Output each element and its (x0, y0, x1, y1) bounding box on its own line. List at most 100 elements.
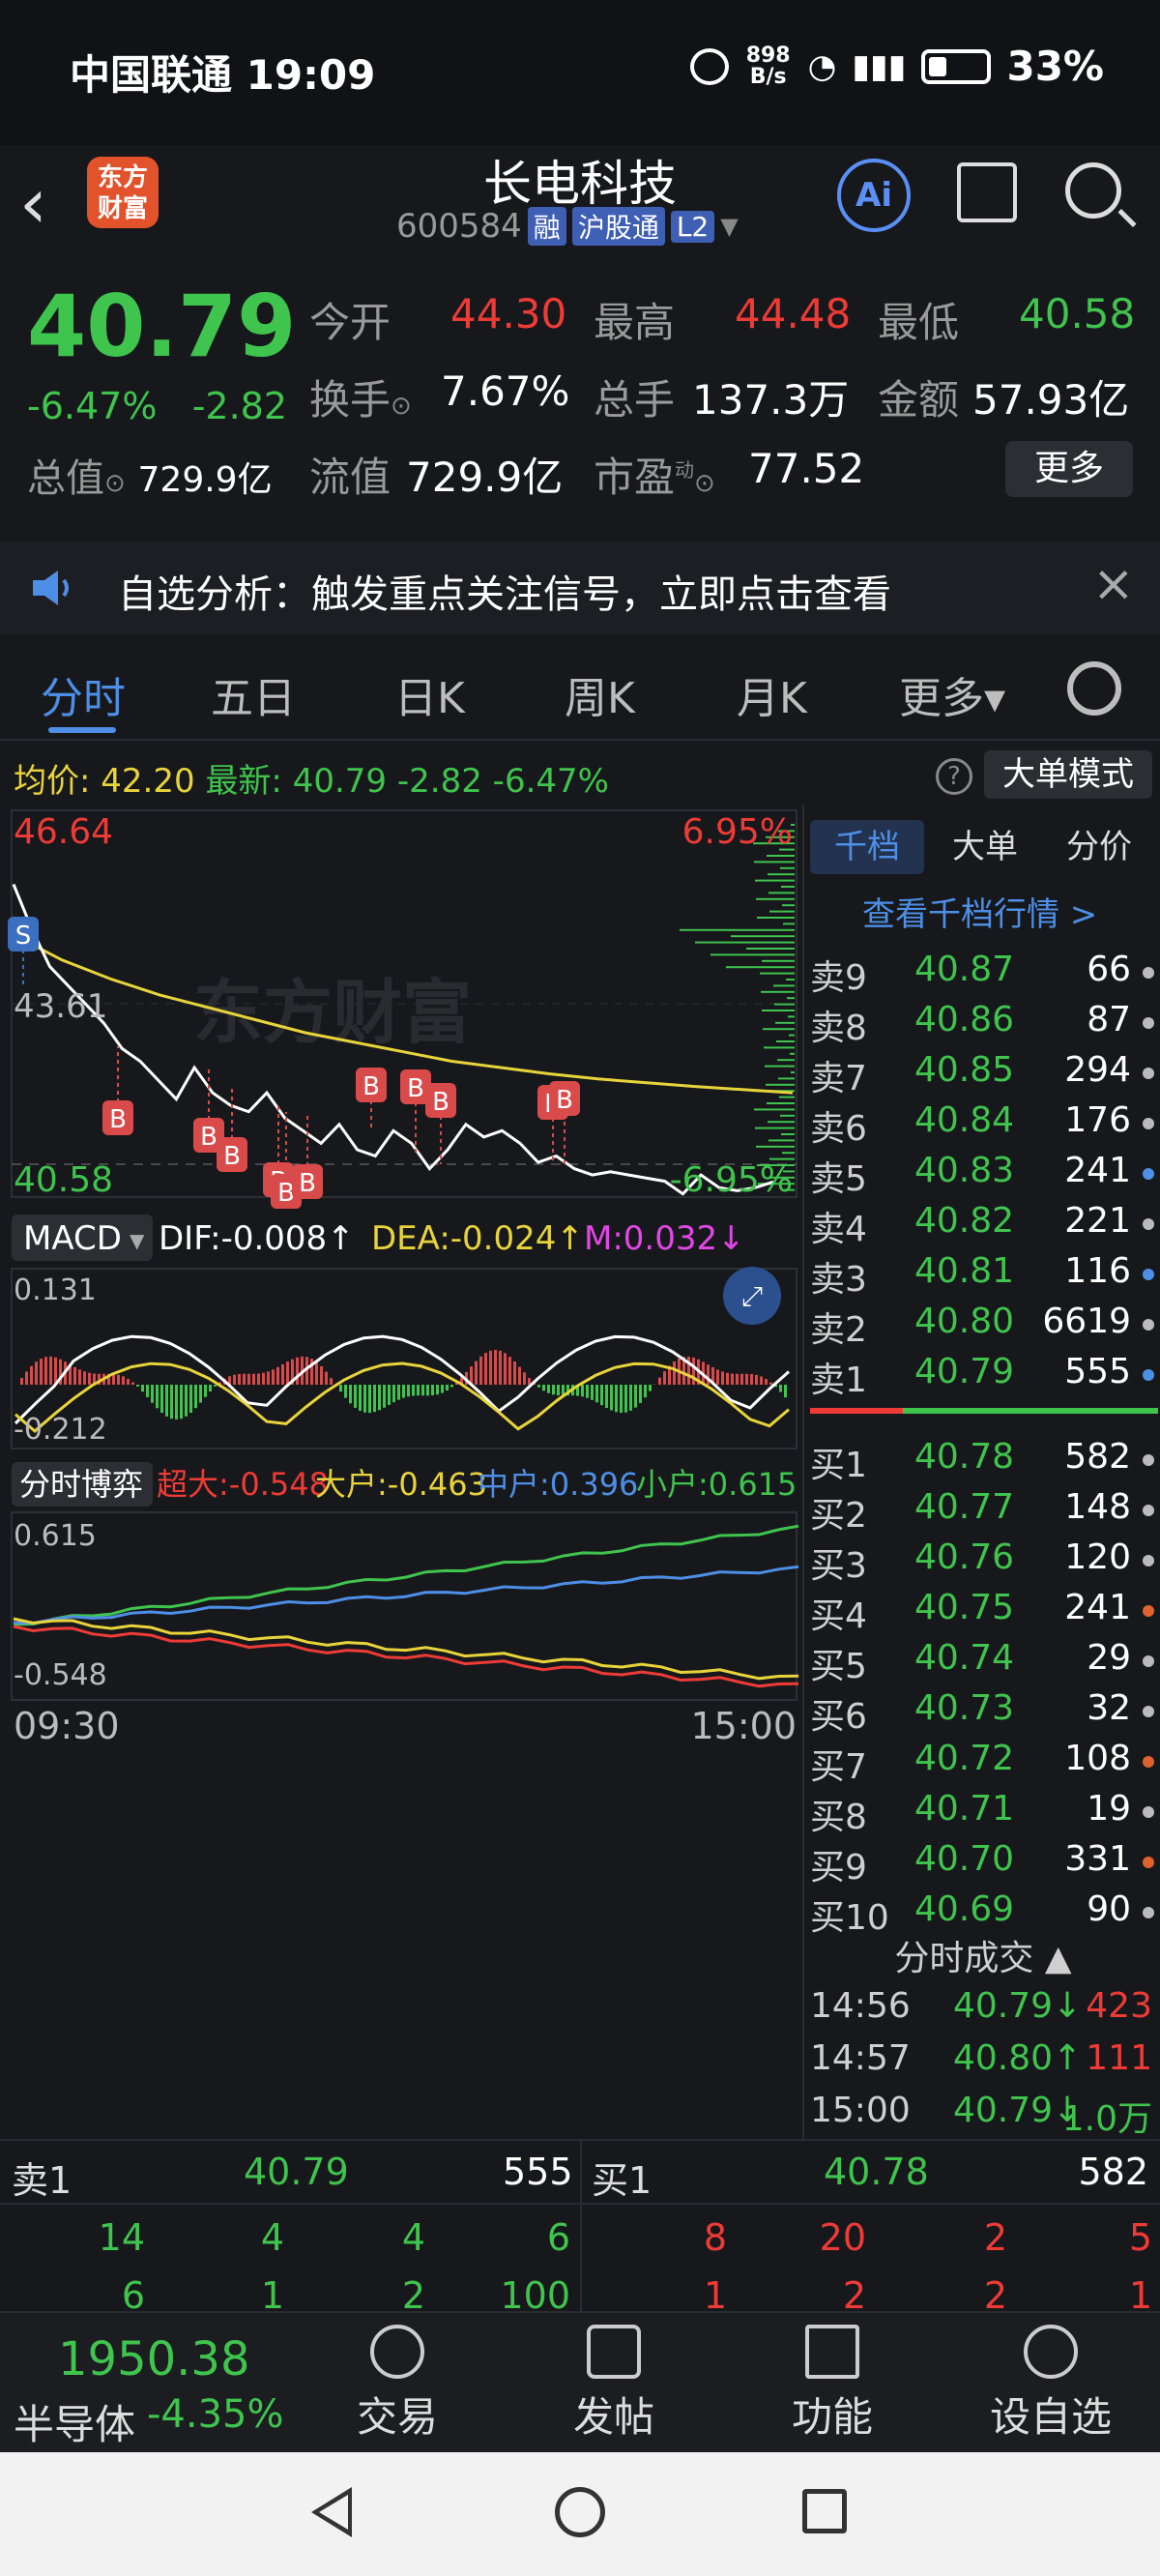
search-icon[interactable] (1065, 162, 1121, 219)
volume-profile-bar (757, 917, 795, 919)
macd-bar (44, 1357, 47, 1385)
bid-dot (1143, 1907, 1154, 1918)
volume-profile-bar (774, 1003, 795, 1006)
volume-profile-bar (789, 1034, 795, 1037)
buy-marker[interactable]: B (217, 1137, 247, 1172)
high-value: 44.48 (735, 290, 852, 337)
buy-marker[interactable]: B (102, 1100, 133, 1135)
bid-row[interactable]: 买1 40.78 582 (810, 1437, 1158, 1487)
svg-text:B: B (109, 1105, 127, 1134)
bid-row[interactable]: 买8 40.71 19 (810, 1789, 1158, 1839)
functions-button[interactable]: 功能 (760, 2325, 905, 2450)
macd-bar (175, 1385, 178, 1420)
bid-level-label: 买4 (810, 1596, 867, 1636)
ask-row[interactable]: 卖2 40.80 6619 (810, 1302, 1158, 1352)
pe-label: 市盈 (594, 454, 676, 501)
tick-trades-header[interactable]: 分时成交 ▲ (804, 1930, 1160, 1980)
ask-row[interactable]: 卖8 40.86 87 (810, 1000, 1158, 1050)
share-icon[interactable] (957, 162, 1017, 222)
trade-button[interactable]: 交易 (325, 2325, 470, 2450)
post-button[interactable]: 发帖 (541, 2325, 686, 2450)
ai-assistant-button[interactable]: Ai (837, 159, 911, 232)
tab-more[interactable]: 更多▾ (899, 663, 1005, 725)
bid-row[interactable]: 买4 40.75 241 (810, 1588, 1158, 1638)
sell-marker[interactable]: S (8, 917, 39, 951)
ask-row[interactable]: 卖4 40.82 221 (810, 1201, 1158, 1251)
volume-profile-bar (763, 1028, 795, 1031)
volume-profile-bar (786, 979, 795, 981)
nav-home-icon[interactable] (555, 2487, 605, 2537)
gear-icon[interactable] (1067, 661, 1121, 716)
chart-area[interactable]: 东方财富 SBBBBBBBBBBB 46.64 6.95% 43.61 40.5… (0, 805, 802, 2139)
macd-bar (421, 1385, 424, 1396)
ask-dot (1143, 1319, 1154, 1331)
ask-price: 40.87 (914, 950, 1015, 989)
stock-code-dropdown[interactable]: 600584 融 沪股通 L2 ▼ (396, 207, 739, 246)
alert-banner[interactable]: 自选分析：触发重点关注信号，立即点击查看 × (0, 542, 1160, 634)
bid-price: 40.76 (914, 1537, 1015, 1577)
macd-bar (591, 1385, 594, 1400)
view-depth-link[interactable]: 查看千档行情 > (862, 888, 1097, 935)
help-icon[interactable]: ? (936, 758, 972, 795)
nav-back-icon[interactable] (311, 2487, 352, 2537)
tab-intraday[interactable]: 分时 (41, 663, 126, 725)
bid-row[interactable]: 买9 40.70 331 (810, 1839, 1158, 1889)
bid-ask-ratio-bar (810, 1408, 1158, 1414)
svg-text:S: S (15, 922, 32, 951)
amount-value: 57.93亿 (972, 376, 1130, 424)
buy-marker[interactable]: B (292, 1164, 323, 1199)
close-icon[interactable]: × (1092, 555, 1135, 613)
volume-profile-bar (778, 1077, 795, 1080)
nav-recents-icon[interactable] (802, 2489, 847, 2533)
low-label: 最低 (878, 299, 960, 346)
ask-row[interactable]: 卖9 40.87 66 (810, 950, 1158, 1000)
tab-price-dist[interactable]: 分价 (1042, 820, 1156, 874)
macd-bar (494, 1350, 497, 1385)
macd-bar (475, 1361, 478, 1385)
buy-marker[interactable]: B (425, 1083, 456, 1118)
tab-thousand-levels[interactable]: 千档 (810, 820, 924, 874)
ask-row[interactable]: 卖6 40.84 176 (810, 1100, 1158, 1151)
ask-level-label: 卖3 (810, 1260, 867, 1300)
tab-5day[interactable]: 五日 (211, 663, 296, 725)
info-icon: ⊙ (694, 469, 715, 498)
macd-bar (194, 1385, 197, 1409)
open-value: 44.30 (450, 290, 567, 337)
ask-row[interactable]: 卖5 40.83 241 (810, 1151, 1158, 1201)
more-button[interactable]: 更多 (1005, 441, 1133, 497)
macd-bar (127, 1378, 130, 1385)
macd-bar (354, 1385, 357, 1408)
intraday-chart[interactable]: 东方财富 SBBBBBBBBBBB 46.64 6.95% 43.61 40.5… (0, 805, 802, 2139)
quote-panel: 40.79 -6.47% -2.82 总值⊙ 729.9亿 今开 44.30 最… (0, 263, 1160, 524)
bid-row[interactable]: 买6 40.73 32 (810, 1688, 1158, 1739)
ask-row[interactable]: 卖3 40.81 116 (810, 1251, 1158, 1302)
tab-big-orders[interactable]: 大单 (928, 820, 1042, 874)
add-watchlist-button[interactable]: 设自选 (978, 2325, 1123, 2450)
bid-row[interactable]: 买3 40.76 120 (810, 1537, 1158, 1588)
bid-row[interactable]: 买2 40.77 148 (810, 1487, 1158, 1537)
bid-row[interactable]: 买5 40.74 29 (810, 1638, 1158, 1688)
ask-row[interactable]: 卖1 40.79 555 (810, 1352, 1158, 1402)
big-order-mode-button[interactable]: 大单模式 (984, 750, 1152, 799)
level-detail: 卖1 40.79 555 买1 40.78 582 14 4 4 6 6 1 2 100 8 20… (0, 2139, 1160, 2317)
ask-dot (1143, 1017, 1154, 1029)
macd-bar (276, 1366, 279, 1385)
tab-daily-k[interactable]: 日K (394, 663, 465, 725)
ask-row[interactable]: 卖7 40.85 294 (810, 1050, 1158, 1100)
bid-row[interactable]: 买7 40.72 108 (810, 1739, 1158, 1789)
macd-bar (320, 1365, 323, 1385)
level2-tag: L2 (670, 210, 715, 243)
bid-volume: 90 (1087, 1889, 1131, 1929)
macd-bar (83, 1371, 86, 1385)
bid-level-label: 买8 (810, 1798, 867, 1837)
bid-price: 40.77 (914, 1487, 1015, 1527)
level-cell: 14 (98, 2216, 145, 2259)
tab-monthly-k[interactable]: 月K (737, 663, 807, 725)
tab-weekly-k[interactable]: 周K (565, 663, 635, 725)
macd-bar (180, 1385, 183, 1420)
macd-bar (122, 1376, 125, 1385)
buy-marker[interactable]: B (356, 1068, 387, 1102)
macd-bar (426, 1385, 429, 1396)
buy-marker[interactable]: B (549, 1081, 580, 1116)
connect-tag: 沪股通 (571, 207, 665, 246)
